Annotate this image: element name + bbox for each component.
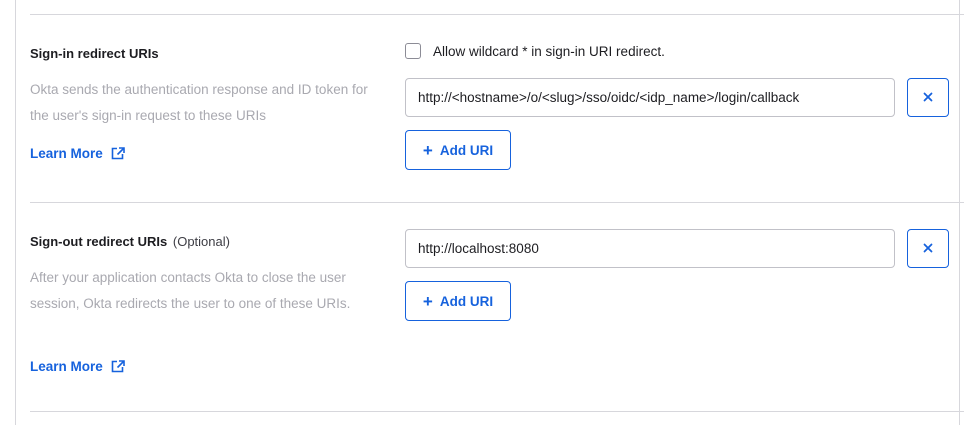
add-uri-label: Add URI (439, 142, 494, 158)
wildcard-checkbox[interactable] (405, 43, 421, 59)
section-divider (30, 411, 964, 412)
close-icon (923, 240, 933, 258)
plus-icon: + (422, 291, 433, 311)
close-icon (923, 89, 933, 107)
add-uri-label: Add URI (439, 293, 494, 309)
redirect-uris-panel: Sign-in redirect URIs Okta sends the aut… (15, 0, 964, 425)
wildcard-option: Allow wildcard * in sign-in URI redirect… (405, 43, 665, 59)
plus-icon: + (422, 140, 433, 160)
signin-learn-more-link[interactable]: Learn More (30, 146, 125, 161)
signout-uri-remove-button[interactable] (907, 229, 949, 268)
signin-description: Okta sends the authentication response a… (30, 82, 368, 123)
section-divider (30, 202, 964, 203)
signin-uri-input[interactable]: http://<hostname>/o/<slug>/sso/oidc/<idp… (405, 78, 895, 117)
signin-uri-remove-button[interactable] (907, 78, 949, 117)
external-link-icon (111, 360, 125, 373)
signout-title-text: Sign-out redirect URIs (30, 234, 168, 249)
signout-learn-more-link[interactable]: Learn More (30, 359, 125, 374)
learn-more-label: Learn More (30, 146, 103, 161)
signout-description: After your application contacts Okta to … (30, 270, 351, 311)
wildcard-label: Allow wildcard * in sign-in URI redirect… (433, 43, 665, 59)
optional-label: (Optional) (172, 234, 230, 249)
signout-section-title: Sign-out redirect URIs (Optional) (30, 234, 230, 249)
section-divider (30, 14, 964, 15)
external-link-icon (111, 147, 125, 160)
signin-section-title: Sign-in redirect URIs (30, 46, 159, 61)
signout-uri-input[interactable]: http://localhost:8080 (405, 229, 895, 268)
learn-more-label: Learn More (30, 359, 103, 374)
signin-add-uri-button[interactable]: + Add URI (405, 130, 511, 170)
signout-add-uri-button[interactable]: + Add URI (405, 281, 511, 321)
